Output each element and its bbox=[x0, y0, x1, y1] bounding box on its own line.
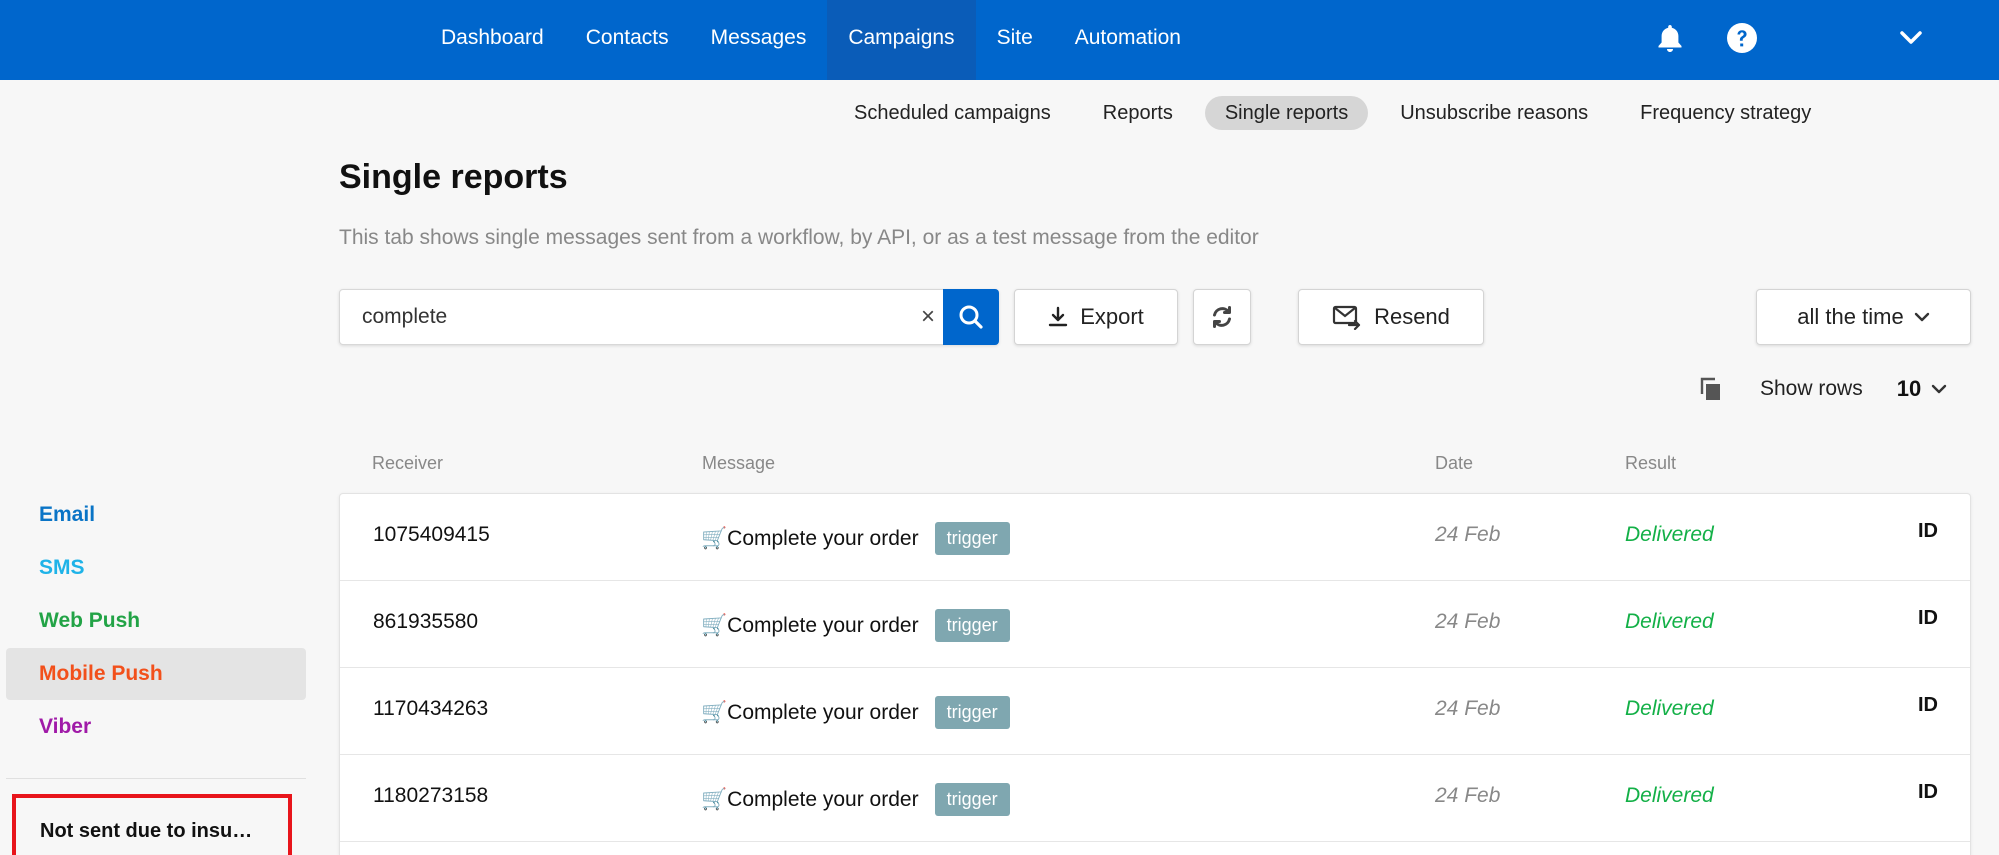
rows-value: 10 bbox=[1896, 376, 1922, 401]
nav-contacts[interactable]: Contacts bbox=[565, 0, 690, 80]
date-cell: 24 Feb bbox=[1435, 610, 1501, 633]
column-header-receiver: Receiver bbox=[372, 453, 444, 473]
table-row[interactable]: 861935580 🛒Complete your order trigger 2… bbox=[340, 581, 1970, 668]
period-select[interactable]: all the time bbox=[1756, 289, 1971, 345]
nav-dashboard[interactable]: Dashboard bbox=[420, 0, 565, 80]
sidebar-item-label: Mobile Push bbox=[39, 662, 163, 685]
tab-frequency-strategy[interactable]: Frequency strategy bbox=[1620, 96, 1831, 130]
sidebar-item-label: Web Push bbox=[39, 609, 141, 632]
result-cell: Delivered bbox=[1625, 784, 1714, 807]
resend-label: Resend bbox=[1374, 304, 1450, 329]
trigger-badge: trigger bbox=[934, 783, 1010, 816]
receiver-cell: 1180273158 bbox=[373, 784, 489, 807]
reports-table: 1075409415 🛒Complete your order trigger … bbox=[339, 493, 1971, 855]
campaigns-subnav: Scheduled campaigns Reports Single repor… bbox=[834, 96, 1831, 130]
tab-reports[interactable]: Reports bbox=[1083, 96, 1193, 130]
chevron-down-icon[interactable] bbox=[1893, 20, 1929, 56]
message-cell: 🛒Complete your order trigger bbox=[701, 696, 1010, 729]
rows-per-page-select[interactable]: 10 bbox=[1897, 376, 1947, 402]
show-rows-label: Show rows bbox=[1760, 377, 1863, 400]
trigger-badge: trigger bbox=[934, 696, 1010, 729]
sidebar-item-label: Email bbox=[39, 503, 96, 526]
search-icon bbox=[959, 305, 983, 329]
resend-button[interactable]: Resend bbox=[1298, 289, 1484, 345]
message-cell: 🛒Complete your order trigger bbox=[701, 783, 1010, 816]
chevron-down-icon bbox=[1931, 384, 1947, 394]
main-nav: Dashboard Contacts Messages Campaigns Si… bbox=[420, 0, 1202, 80]
id-link[interactable]: ID bbox=[1918, 605, 1938, 631]
sidebar-divider bbox=[6, 778, 306, 779]
sidebar-item-label: SMS bbox=[39, 556, 85, 579]
tab-single-reports[interactable]: Single reports bbox=[1204, 96, 1369, 130]
sidebar-item-viber[interactable]: Viber bbox=[6, 701, 306, 753]
top-navbar: Dashboard Contacts Messages Campaigns Si… bbox=[0, 0, 1999, 80]
id-link[interactable]: ID bbox=[1918, 779, 1938, 805]
download-icon bbox=[1049, 306, 1068, 327]
sidebar-item-mobile-push[interactable]: Mobile Push bbox=[6, 648, 306, 700]
trigger-badge: trigger bbox=[934, 609, 1010, 642]
message-text: 🛒Complete your order bbox=[701, 700, 919, 724]
trigger-badge: trigger bbox=[934, 522, 1010, 555]
export-button[interactable]: Export bbox=[1014, 289, 1178, 345]
sidebar-item-label: Viber bbox=[39, 715, 92, 738]
table-row[interactable]: 1180273158 🛒Complete your order trigger … bbox=[340, 755, 1970, 842]
refresh-button[interactable] bbox=[1193, 289, 1251, 345]
sidebar-item-sms[interactable]: SMS bbox=[6, 542, 306, 594]
result-cell: Delivered bbox=[1625, 610, 1714, 633]
bell-icon[interactable] bbox=[1652, 20, 1688, 56]
nav-automation[interactable]: Automation bbox=[1054, 0, 1202, 80]
search-input[interactable] bbox=[340, 290, 900, 344]
search-button[interactable] bbox=[943, 289, 999, 345]
clear-search-icon[interactable]: × bbox=[908, 290, 948, 344]
search-box: × bbox=[339, 289, 999, 345]
sidebar-item-not-sent[interactable]: Not sent due to insu… bbox=[12, 794, 292, 855]
sidebar-item-web-push[interactable]: Web Push bbox=[6, 595, 306, 647]
result-cell: Delivered bbox=[1625, 523, 1714, 546]
receiver-cell: 1075409415 bbox=[373, 523, 490, 546]
period-label: all the time bbox=[1797, 304, 1904, 329]
id-link[interactable]: ID bbox=[1918, 692, 1938, 718]
column-header-date: Date bbox=[1435, 453, 1474, 473]
message-cell: 🛒Complete your order trigger bbox=[701, 522, 1010, 555]
sidebar-item-email[interactable]: Email bbox=[6, 489, 306, 541]
page-description: This tab shows single messages sent from… bbox=[339, 226, 1259, 249]
chevron-down-icon bbox=[1914, 312, 1929, 322]
help-icon[interactable] bbox=[1724, 20, 1760, 56]
result-cell: Delivered bbox=[1625, 697, 1714, 720]
table-row[interactable]: 1170434263 🛒Complete your order trigger … bbox=[340, 668, 1970, 755]
export-label: Export bbox=[1080, 304, 1144, 329]
table-row[interactable]: 1075409415 🛒Complete your order trigger … bbox=[340, 494, 1970, 581]
message-text: 🛒Complete your order bbox=[701, 526, 919, 550]
tab-unsubscribe-reasons[interactable]: Unsubscribe reasons bbox=[1380, 96, 1608, 130]
receiver-cell: 1170434263 bbox=[373, 697, 489, 720]
id-link[interactable]: ID bbox=[1918, 518, 1938, 544]
message-cell: 🛒Complete your order trigger bbox=[701, 609, 1010, 642]
refresh-icon bbox=[1213, 306, 1231, 328]
nav-messages[interactable]: Messages bbox=[690, 0, 828, 80]
date-cell: 24 Feb bbox=[1435, 784, 1501, 807]
date-cell: 24 Feb bbox=[1435, 523, 1501, 546]
resend-icon bbox=[1332, 305, 1361, 330]
message-text: 🛒Complete your order bbox=[701, 613, 919, 637]
message-text: 🛒Complete your order bbox=[701, 787, 919, 811]
receiver-cell: 861935580 bbox=[373, 610, 479, 633]
page-title: Single reports bbox=[339, 158, 568, 196]
rows-control: Show rows 10 bbox=[1698, 376, 1947, 402]
nav-campaigns[interactable]: Campaigns bbox=[827, 0, 976, 80]
column-header-message: Message bbox=[702, 453, 776, 473]
nav-site[interactable]: Site bbox=[976, 0, 1054, 80]
date-cell: 24 Feb bbox=[1435, 697, 1501, 720]
copy-icon[interactable] bbox=[1698, 376, 1724, 402]
column-header-result: Result bbox=[1625, 453, 1677, 473]
tab-scheduled-campaigns[interactable]: Scheduled campaigns bbox=[834, 96, 1071, 130]
